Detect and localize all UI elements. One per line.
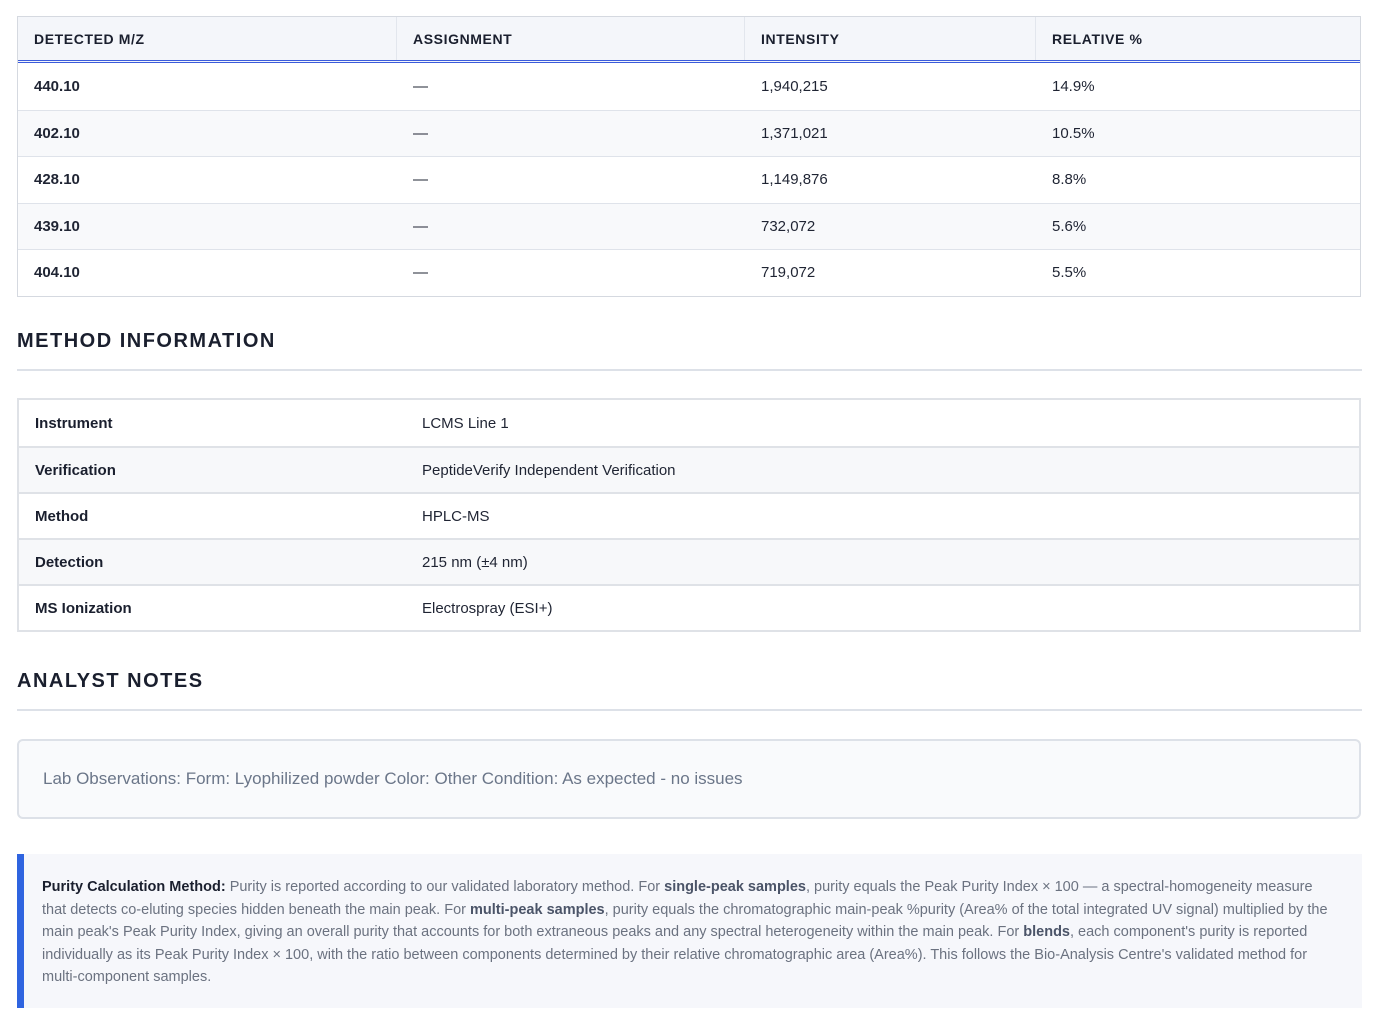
cell-relative: 10.5% — [1052, 124, 1095, 142]
analyst-notes-box: Lab Observations: Form: Lyophilized powd… — [17, 739, 1361, 819]
table-row: 440.10 — 1,940,215 14.9% — [18, 63, 1360, 110]
cell-assignment: — — [413, 171, 428, 189]
purity-emphasis-multi-peak: multi-peak samples — [470, 901, 605, 918]
cell-intensity: 1,371,021 — [761, 124, 828, 142]
header-intensity[interactable]: INTENSITY — [745, 17, 1036, 60]
purity-label: Purity Calculation Method: — [42, 879, 226, 895]
table-row: 428.10 — 1,149,876 8.8% — [18, 156, 1360, 203]
analyst-notes-text: Lab Observations: Form: Lyophilized powd… — [43, 769, 743, 788]
cell-intensity: 719,072 — [761, 264, 816, 282]
method-key: Verification — [35, 461, 116, 479]
cell-intensity: 1,149,876 — [761, 171, 828, 189]
cell-assignment: — — [413, 77, 428, 95]
cell-intensity: 1,940,215 — [761, 77, 828, 95]
purity-text-1: Purity is reported according to our vali… — [225, 879, 665, 895]
method-value: HPLC-MS — [422, 507, 490, 525]
method-key: Method — [35, 507, 89, 525]
header-detected-mz[interactable]: DETECTED M/Z — [18, 17, 397, 60]
purity-emphasis-single-peak: single-peak samples — [664, 879, 806, 895]
method-info-table: Instrument LCMS Line 1 Verification Pept… — [17, 398, 1361, 632]
table-row: Verification PeptideVerify Independent V… — [19, 446, 1359, 492]
cell-assignment: — — [413, 217, 428, 235]
table-row: Instrument LCMS Line 1 — [19, 400, 1359, 446]
method-key: MS Ionization — [35, 599, 132, 617]
cell-assignment: — — [413, 264, 428, 282]
cell-assignment: — — [413, 124, 428, 142]
table-row: Method HPLC-MS — [19, 492, 1359, 538]
method-value: LCMS Line 1 — [422, 414, 509, 432]
method-value: PeptideVerify Independent Verification — [422, 461, 676, 479]
cell-mz: 402.10 — [34, 124, 80, 142]
method-value: Electrospray (ESI+) — [422, 599, 553, 617]
header-assignment[interactable]: ASSIGNMENT — [397, 17, 745, 60]
cell-relative: 5.5% — [1052, 264, 1087, 282]
table-header: DETECTED M/Z ASSIGNMENT INTENSITY RELATI… — [18, 17, 1360, 63]
cell-mz: 440.10 — [34, 77, 80, 95]
table-row: 402.10 — 1,371,021 10.5% — [18, 109, 1360, 156]
table-row: 439.10 — 732,072 5.6% — [18, 202, 1360, 249]
cell-relative: 14.9% — [1052, 77, 1095, 95]
analyst-notes-heading: ANALYST NOTES — [17, 670, 1362, 711]
cell-mz: 428.10 — [34, 171, 80, 189]
method-value: 215 nm (±4 nm) — [422, 553, 528, 571]
cell-relative: 8.8% — [1052, 171, 1087, 189]
cell-mz: 439.10 — [34, 217, 80, 235]
method-key: Instrument — [35, 414, 113, 432]
purity-emphasis-blends: blends — [1023, 924, 1070, 940]
mass-spec-table: DETECTED M/Z ASSIGNMENT INTENSITY RELATI… — [17, 16, 1361, 297]
cell-intensity: 732,072 — [761, 217, 816, 235]
table-row: 404.10 — 719,072 5.5% — [18, 249, 1360, 296]
cell-relative: 5.6% — [1052, 217, 1087, 235]
purity-method-callout: Purity Calculation Method: Purity is rep… — [17, 854, 1362, 1008]
table-body: 440.10 — 1,940,215 14.9% 402.10 — 1,371,… — [18, 63, 1360, 296]
table-row: Detection 215 nm (±4 nm) — [19, 538, 1359, 584]
header-relative[interactable]: RELATIVE % — [1036, 17, 1360, 60]
method-key: Detection — [35, 553, 104, 571]
table-row: MS Ionization Electrospray (ESI+) — [19, 584, 1359, 630]
method-information-heading: METHOD INFORMATION — [17, 330, 1362, 371]
cell-mz: 404.10 — [34, 264, 80, 282]
